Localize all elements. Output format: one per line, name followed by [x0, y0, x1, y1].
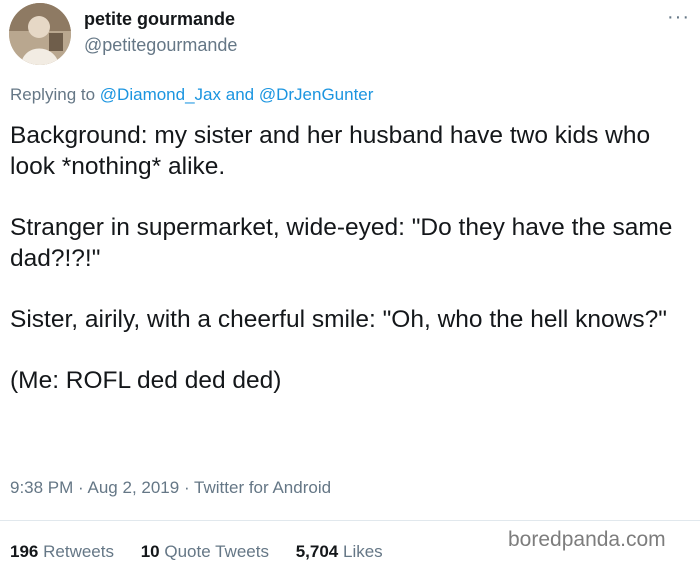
tweet-paragraph: (Me: ROFL ded ded ded): [10, 367, 282, 394]
quote-tweets-count: 10: [140, 542, 160, 561]
tweet-source[interactable]: Twitter for Android: [194, 478, 331, 497]
mention-link-drjengunter[interactable]: @DrJenGunter: [259, 85, 374, 104]
likes-count: 5,704: [295, 542, 339, 561]
meta-separator: ·: [183, 478, 190, 497]
tweet-paragraph: Background: my sister and her husband ha…: [10, 122, 651, 180]
mention-and: and: [225, 85, 255, 104]
likes-stat[interactable]: 5,704 Likes: [296, 542, 383, 561]
retweets-label: Retweets: [43, 542, 114, 561]
tweet-paragraph: Sister, airily, with a cheerful smile: "…: [10, 306, 667, 333]
mention-link-diamond-jax[interactable]: @Diamond_Jax: [100, 85, 221, 104]
tweet-paragraph: Stranger in supermarket, wide-eyed: "Do …: [10, 214, 673, 272]
retweets-stat[interactable]: 196 Retweets: [10, 542, 114, 561]
meta-separator: ·: [78, 478, 84, 497]
tweet-body: Background: my sister and her husband ha…: [10, 120, 695, 426]
tweet-date[interactable]: Aug 2, 2019: [88, 478, 180, 497]
replying-to: Replying to @Diamond_Jax and @DrJenGunte…: [10, 85, 373, 105]
author-handle[interactable]: @petitegourmande: [84, 35, 237, 56]
quote-tweets-stat[interactable]: 10 Quote Tweets: [141, 542, 269, 561]
divider: [0, 520, 700, 521]
tweet-stats: 196 Retweets 10 Quote Tweets 5,704 Likes: [10, 542, 405, 562]
watermark: boredpanda.com: [508, 528, 666, 551]
quote-tweets-label: Quote Tweets: [164, 542, 269, 561]
replying-to-label: Replying to: [10, 85, 96, 104]
tweet-time[interactable]: 9:38 PM: [10, 478, 73, 497]
avatar-image: [9, 3, 71, 65]
tweet-card: petite gourmande @petitegourmande ··· Re…: [0, 0, 700, 564]
more-horizontal-icon[interactable]: ···: [667, 6, 690, 29]
retweets-count: 196: [10, 542, 39, 561]
avatar[interactable]: [9, 3, 71, 65]
likes-label: Likes: [342, 542, 383, 561]
tweet-meta: 9:38 PM · Aug 2, 2019 · Twitter for Andr…: [10, 478, 331, 498]
author-display-name[interactable]: petite gourmande: [84, 9, 235, 30]
